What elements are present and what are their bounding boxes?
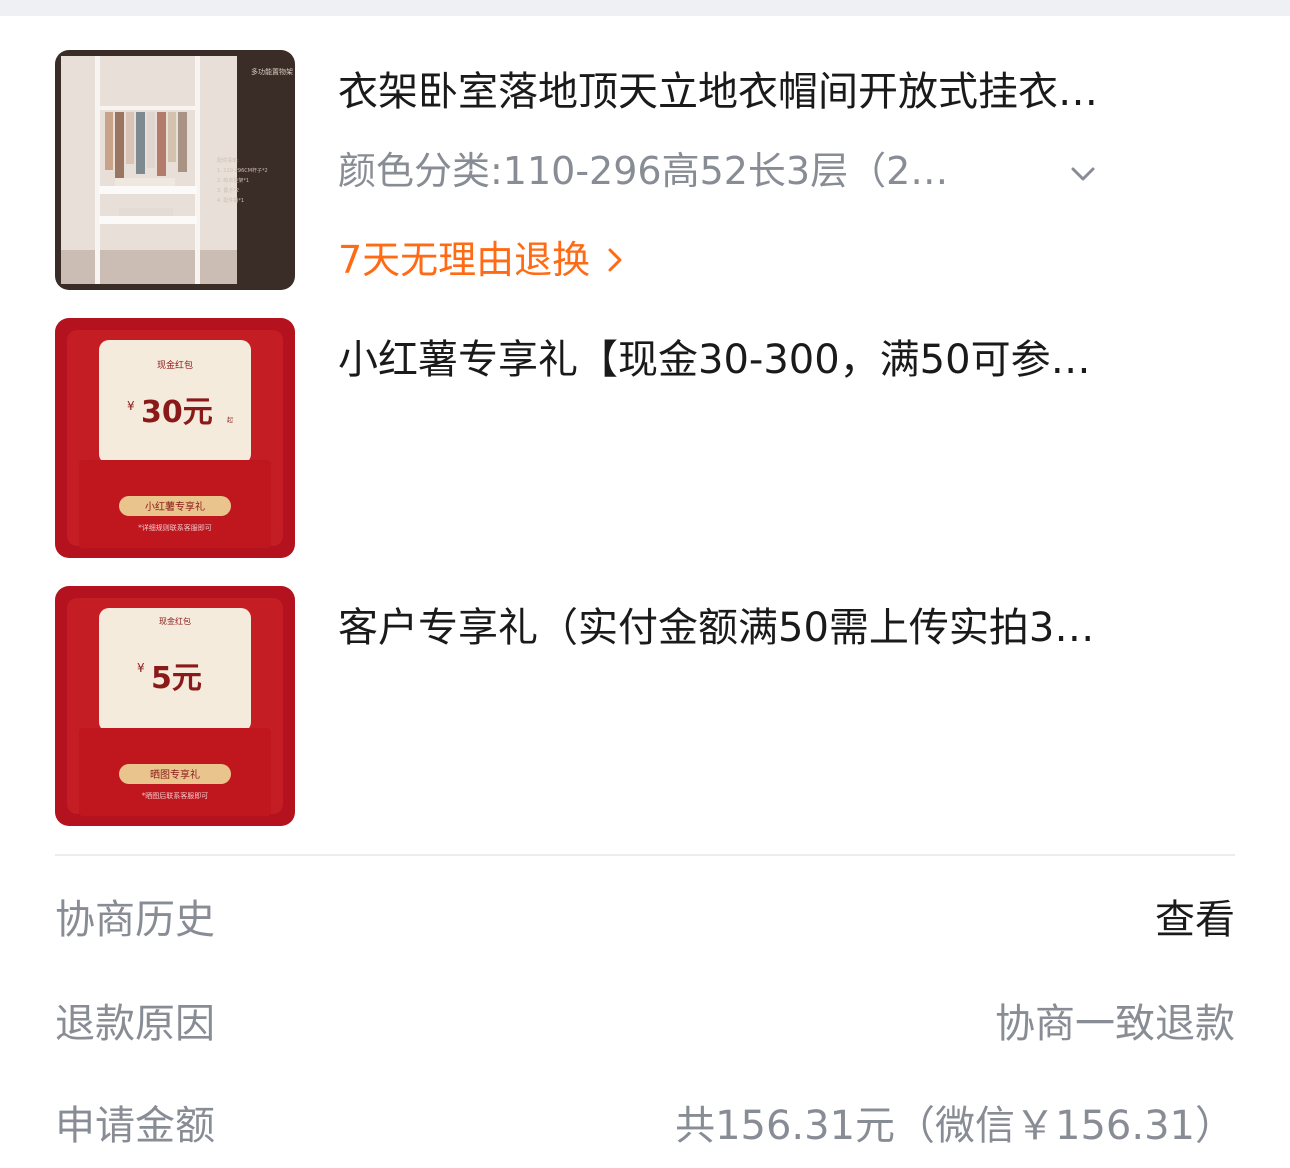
gift-heading: 现金红包	[157, 359, 193, 371]
gift-currency: ¥	[127, 399, 135, 413]
thumb-note: 3. 置子*2	[217, 187, 239, 194]
return-policy-link[interactable]: 7天无理由退换	[338, 232, 626, 288]
refund-reason-value: 协商一致退款	[995, 1001, 1235, 1047]
refund-amount-label: 申请金额	[55, 1103, 215, 1149]
gift-item[interactable]: 现金红包 ¥ 30元 起 小红薯专享礼 *详细规则联系客服即可 小红薯专享礼【现…	[55, 318, 1235, 558]
chevron-down-icon[interactable]	[1065, 156, 1101, 192]
product-spec[interactable]: 颜色分类:110-296高52长3层（2…	[338, 144, 1038, 198]
gift-amount: 30元	[141, 395, 213, 430]
chevron-right-icon	[608, 248, 622, 272]
gift-item[interactable]: 现金红包 ¥ 5元 晒图专享礼 *晒图后联系客服即可 客户专享礼（实付金额满50…	[55, 586, 1235, 826]
negotiation-history-row[interactable]: 协商历史 查看	[55, 890, 1235, 950]
thumb-note: 2. 晾衣挂架*1	[217, 177, 249, 184]
gift-amount: 5元	[151, 661, 202, 696]
refund-amount-row: 申请金额 共156.31元（微信￥156.31）	[55, 1096, 1235, 1156]
thumb-note: 配件清单:	[217, 157, 239, 164]
gift-suffix: 起	[227, 416, 233, 424]
gift-note: *详细规则联系客服即可	[138, 523, 212, 532]
gift-heading: 现金红包	[159, 616, 191, 626]
section-divider	[55, 854, 1235, 856]
thumb-note: 4. 配件袋*1	[217, 197, 244, 204]
thumb-heading: 多功能置物架	[251, 67, 293, 76]
refund-detail-card: 多功能置物架 配件清单: 1. 110-296CM杆子*2 2. 晾衣挂架*1 …	[0, 16, 1290, 1168]
view-history-link[interactable]: 查看	[1155, 890, 1235, 950]
refund-reason-row: 退款原因 协商一致退款	[55, 994, 1235, 1054]
gift-badge: 晒图专享礼	[150, 768, 200, 781]
return-policy-label: 7天无理由退换	[338, 238, 591, 282]
refund-amount-value: 共156.31元（微信￥156.31）	[675, 1103, 1235, 1149]
refund-reason-label: 退款原因	[55, 1001, 215, 1047]
negotiation-history-label: 协商历史	[55, 897, 215, 943]
product-title[interactable]: 衣架卧室落地顶天立地衣帽间开放式挂衣…	[338, 64, 1198, 120]
product-thumbnail[interactable]: 多功能置物架 配件清单: 1. 110-296CM杆子*2 2. 晾衣挂架*1 …	[55, 50, 295, 290]
gift-thumbnail[interactable]: 现金红包 ¥ 5元 晒图专享礼 *晒图后联系客服即可	[55, 586, 295, 826]
thumb-note: 1. 110-296CM杆子*2	[217, 167, 268, 174]
gift-title[interactable]: 小红薯专享礼【现金30-300，满50可参…	[338, 332, 1198, 388]
gift-title[interactable]: 客户专享礼（实付金额满50需上传实拍3…	[338, 600, 1198, 656]
gift-badge: 小红薯专享礼	[145, 500, 205, 513]
product-item[interactable]: 多功能置物架 配件清单: 1. 110-296CM杆子*2 2. 晾衣挂架*1 …	[55, 50, 1235, 290]
gift-thumbnail[interactable]: 现金红包 ¥ 30元 起 小红薯专享礼 *详细规则联系客服即可	[55, 318, 295, 558]
gift-currency: ¥	[137, 661, 145, 675]
gift-note: *晒图后联系客服即可	[142, 791, 209, 800]
